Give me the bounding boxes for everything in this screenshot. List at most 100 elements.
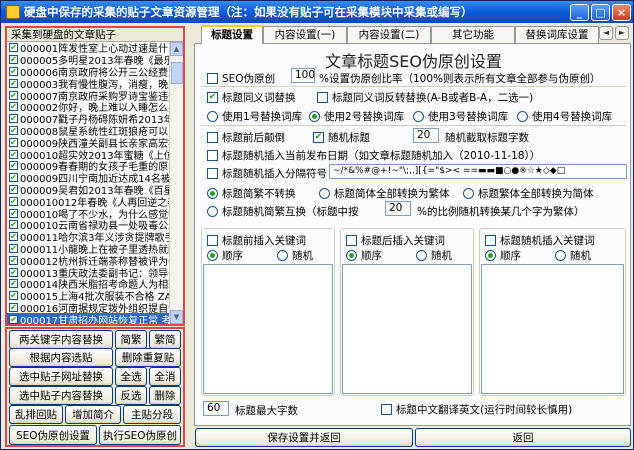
return-button[interactable]: 返回 [415,428,631,447]
to-simplified-radio[interactable]: 标题繁体全部转换为简体 [463,186,594,201]
minimize-button[interactable]: _ [570,3,589,21]
radio-dot[interactable] [309,111,320,122]
list-item[interactable]: ✔ 000009春春期的女孩子毛重的原因 [7,160,171,172]
radio-dot[interactable] [416,250,427,261]
tab-scroll-right-icon[interactable]: ► [615,26,629,40]
checkbox-box[interactable] [207,73,218,84]
list-item[interactable]: ✔ 000011小龍晚上在被子里透热就醒 [7,243,171,254]
suffix-keyword-textarea[interactable] [342,264,472,394]
list-item-checkbox[interactable]: ✔ [9,196,18,206]
prefix-keyword-checkbox[interactable]: 标题前插入关键词 [207,233,306,248]
shuffle-replies-button[interactable]: 乱排回贴 [9,405,63,424]
radio-dot[interactable] [413,111,424,122]
insert-separator-checkbox[interactable]: 标题随机插入分隔符号 [207,166,327,181]
list-item[interactable]: ✔ 000010012年春晚《人再回逆之春 [7,195,171,207]
tab-content-settings-1[interactable]: 内容设置(一) [263,26,347,43]
content-replace-button[interactable]: 选中贴子内容替换 [9,386,113,405]
random-order-radio[interactable]: 顺序 [485,248,521,263]
checkbox-box[interactable] [381,404,392,415]
suffix-random-radio[interactable]: 随机 [416,248,452,263]
list-item[interactable]: ✔ 000013重庆政法委副书记：领导干 [7,266,171,278]
scroll-thumb[interactable] [171,62,183,84]
list-item-checkbox[interactable]: ✔ [9,302,18,312]
prefix-order-radio[interactable]: 顺序 [207,248,243,263]
list-item-checkbox[interactable]: ✔ [9,66,18,76]
list-item[interactable]: ✔ 000003我有慢性腹泻，消瘦，晚上 [7,77,171,89]
lib2-radio[interactable]: 使用2号替换词库 [309,109,404,124]
radio-dot[interactable] [207,206,218,217]
list-item[interactable]: ✔ 000001阵发性室上心动过速是什么 [7,42,171,54]
list-item[interactable]: ✔ 000006南京政府将公开三公经费及 [7,66,171,77]
add-summary-button[interactable]: 增加简介 [65,405,121,424]
list-item-checkbox[interactable]: ✔ [9,114,18,124]
list-item-checkbox[interactable]: ✔ [9,125,18,135]
no-convert-radio[interactable]: 标题简繁不转换 [207,186,296,201]
seo-pseudo-checkbox[interactable]: SEO伪原创 [207,71,275,86]
checkbox-box[interactable] [207,150,218,161]
to-traditional-radio[interactable]: 标题简体全部转换为繁体 [319,186,450,201]
checkbox-box[interactable]: ✔ [207,92,218,103]
trad-to-simp-button[interactable]: 繁简 [149,330,181,349]
list-item[interactable]: ✔ 000012杭州拆迁端茶称替被评为优 [7,254,171,266]
list-item[interactable]: ✔ 000010超实效2013年蜜糖《上位》 [7,148,171,160]
tab-content-settings-2[interactable]: 内容设置(二) [347,26,431,43]
delete-duplicates-button[interactable]: 删除重复贴 [115,348,181,367]
list-item[interactable]: ✔ 000007南京政府采购罗诗宝鉴违规 [7,89,171,101]
deselect-all-button[interactable]: 全消 [149,367,181,386]
keyword-replace-button[interactable]: 两关键字内容替换 [9,330,113,349]
translate-checkbox[interactable]: 标题中文翻译英文(运行时间较长慎用) [381,402,572,417]
checkbox-box[interactable] [346,235,357,246]
list-item[interactable]: ✔ 000009四川宁南加近达成14名被 [7,172,171,184]
simp-to-trad-button[interactable]: 简繁 [115,330,147,349]
list-item-checkbox[interactable]: ✔ [9,173,18,183]
radio-dot[interactable] [463,188,474,199]
tab-other-functions[interactable]: 其它功能 [431,26,515,43]
synonym-replace-checkbox[interactable]: ✔ 标题同义词替换 [207,90,296,105]
checkbox-box[interactable] [317,92,328,103]
tab-title-settings[interactable]: 标题设置 [201,25,263,44]
list-item[interactable]: ✔ 000017甘肃招办网站恢复正常 考 [7,313,171,324]
radio-dot[interactable] [555,250,566,261]
url-replace-button[interactable]: 选中贴子网址替换 [9,367,113,386]
tab-replace-library[interactable]: 替换词库设置 [515,26,599,43]
suffix-order-radio[interactable]: 顺序 [346,248,382,263]
list-item[interactable]: ✔ 000009陕西潼关副县长亲家高宏被 [7,136,171,148]
select-all-button[interactable]: 全选 [115,367,147,386]
list-item[interactable]: ✔ 000002你好，晚上难以入睡怎么办 [7,101,171,113]
list-item-checkbox[interactable]: ✔ [9,279,18,289]
scroll-up-icon[interactable]: ▲ [170,42,183,56]
radio-dot[interactable] [277,250,288,261]
save-and-return-button[interactable]: 保存设置并返回 [195,428,413,447]
random-title-checkbox[interactable]: ✔ 随机标题 [313,130,370,145]
list-item-checkbox[interactable]: ✔ [9,232,18,242]
checkbox-box[interactable] [207,168,218,179]
list-item[interactable]: ✔ 000010云南省禄劝县一处吸毒公路 [7,219,171,231]
list-item[interactable]: ✔ 000015上海4批次服装不合格 ZAR [7,290,171,302]
maximize-button[interactable]: □ [591,3,610,21]
list-item-checkbox[interactable]: ✔ [9,149,18,159]
close-button[interactable]: × [612,3,631,21]
run-seo-button[interactable]: 执行SEO伪原创 [99,425,181,445]
list-item-checkbox[interactable]: ✔ [9,102,18,112]
separator-chars-input[interactable]: ~/*&%#@+!~"\;,.][{="$>< ==▬▬■○●※☆★◇◆□ [329,164,627,179]
suffix-keyword-checkbox[interactable]: 标题后插入关键词 [346,233,445,248]
scroll-down-icon[interactable]: ▼ [170,310,183,324]
random-keyword-checkbox[interactable]: 标题随机插入关键词 [485,233,595,248]
list-item[interactable]: ✔ 000007戳子丹杨碍陈妍希2013年春 [7,113,171,125]
random-random-radio[interactable]: 随机 [555,248,591,263]
random-keyword-textarea[interactable] [481,264,624,394]
prefix-keyword-textarea[interactable] [203,264,333,394]
list-item[interactable]: ✔ 000016河南据规定拨外组织提自调 [7,302,171,313]
list-item[interactable]: ✔ 000005多明星2013年春晚《最乐蛇 [7,54,171,66]
list-item-checkbox[interactable]: ✔ [9,243,18,253]
radio-dot[interactable] [346,250,357,261]
checkbox-box[interactable] [207,132,218,143]
radio-dot[interactable] [319,188,330,199]
mix-ratio-input[interactable]: 20 [385,201,411,216]
list-item-checkbox[interactable]: ✔ [9,267,18,277]
prefix-random-radio[interactable]: 随机 [277,248,313,263]
synonym-reverse-checkbox[interactable]: 标题同义词反转替换(A-B或者B-A，二选一) [317,90,533,105]
split-paragraphs-button[interactable]: 主贴分段 [123,405,181,424]
radio-dot[interactable] [207,188,218,199]
list-item[interactable]: ✔ 000009吴君如2013年春晚《百星演 [7,184,171,195]
